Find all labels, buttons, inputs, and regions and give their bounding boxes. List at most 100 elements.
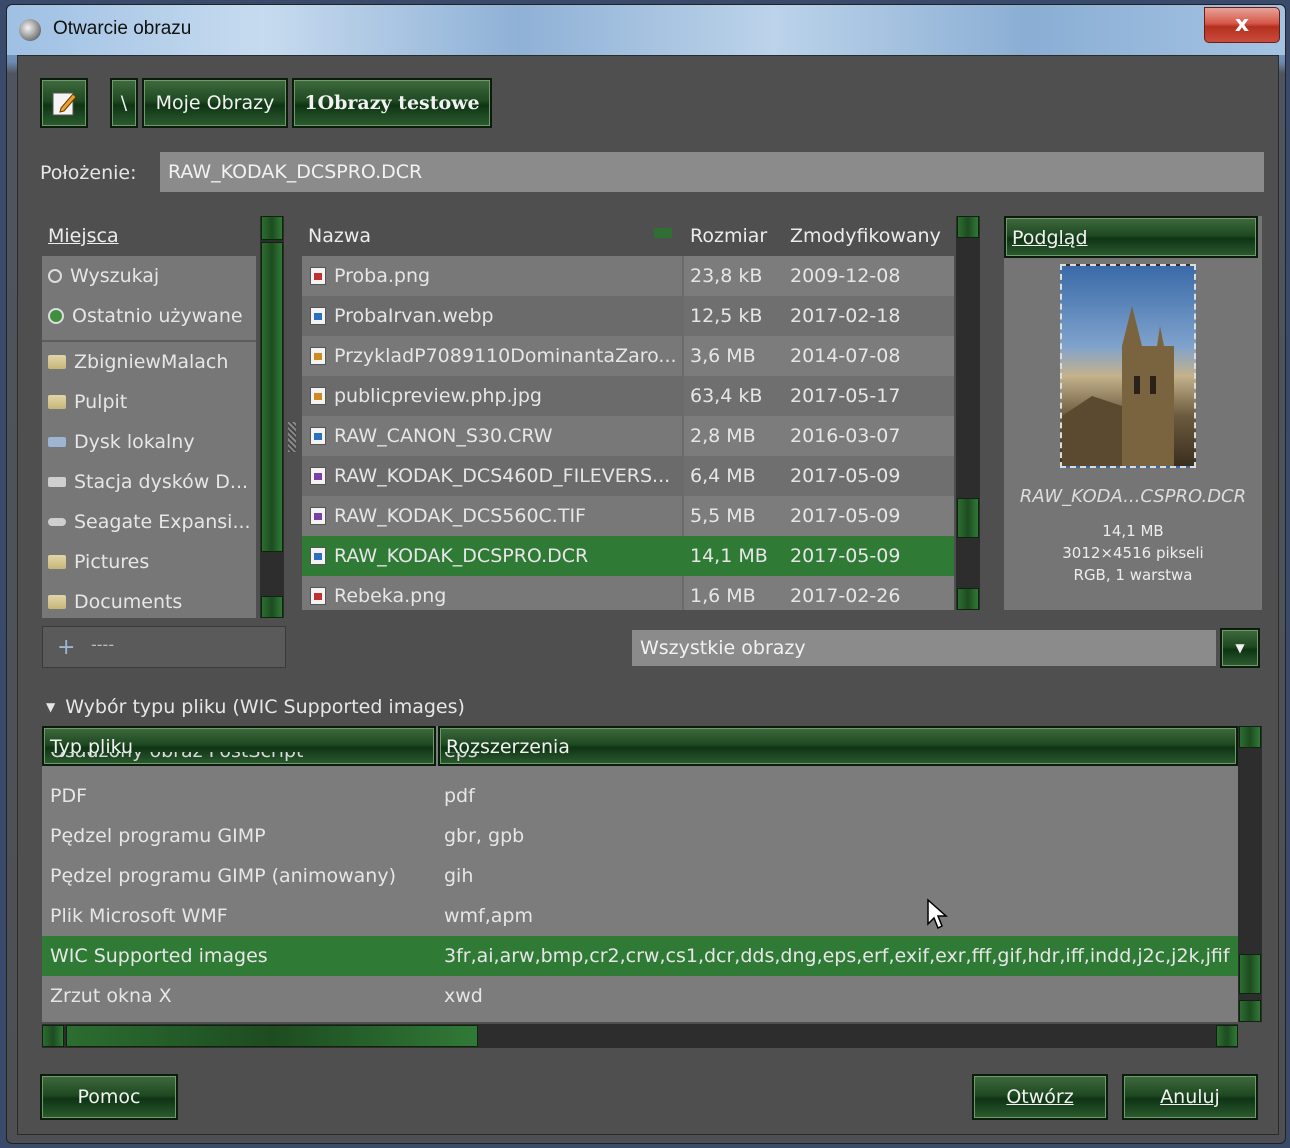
- pane-resize-grip[interactable]: [288, 422, 296, 452]
- places-scroll-down[interactable]: [261, 596, 283, 618]
- file-name-cell: Rebeka.png: [302, 576, 682, 610]
- mouse-cursor-icon: [927, 898, 948, 930]
- filetype-hscroll-handle[interactable]: [66, 1025, 478, 1047]
- file-image-icon: [310, 347, 326, 365]
- close-button[interactable]: x: [1204, 7, 1280, 43]
- column-divider: [682, 376, 684, 416]
- column-divider: [682, 296, 684, 336]
- preview-thumbnail: [1060, 264, 1196, 468]
- place-label: Seagate Expansi...: [74, 511, 251, 533]
- location-label: Położenie:: [40, 162, 137, 184]
- filetype-row[interactable]: PDF pdf: [42, 776, 1238, 816]
- places-header[interactable]: Miejsca: [42, 216, 256, 256]
- file-size: 6,4 MB: [690, 465, 756, 487]
- file-image-icon: [310, 507, 326, 525]
- filetype-hscroll-left[interactable]: [42, 1025, 64, 1047]
- remove-icon[interactable]: ----: [91, 635, 114, 654]
- filetype-row[interactable]: WIC Supported images 3fr,ai,arw,bmp,cr2,c…: [42, 936, 1238, 976]
- path-crumb-moje-obrazy[interactable]: Moje Obrazy: [142, 78, 288, 128]
- filetype-table: Typ pliku Rozszerzenia Osadzony obraz Po…: [42, 726, 1238, 1022]
- column-size-header[interactable]: Rozmiar: [690, 216, 767, 256]
- place-local-disk[interactable]: Dysk lokalny: [42, 422, 256, 462]
- filetype-row-clipped[interactable]: Osadzony obraz PostScript eps: [42, 752, 1238, 776]
- files-scroll-down[interactable]: [957, 588, 979, 610]
- file-image-icon: [310, 547, 326, 565]
- files-scrollbar[interactable]: [956, 216, 980, 610]
- filetype-row[interactable]: Zrzut okna X xwd: [42, 976, 1238, 1016]
- add-icon[interactable]: +: [57, 635, 75, 660]
- preview-header[interactable]: Podgląd: [1004, 216, 1258, 258]
- file-name-cell: RAW_KODAK_DCS460D_FILEVERS...: [302, 456, 682, 496]
- file-image-icon: [310, 427, 326, 445]
- path-root-label: \: [120, 92, 128, 114]
- filetype-scroll-down[interactable]: [1239, 1000, 1261, 1022]
- filetype-scrollbar[interactable]: [1238, 726, 1262, 1022]
- column-divider: [682, 456, 684, 496]
- open-button[interactable]: Otwórz: [972, 1074, 1108, 1120]
- filetype-row[interactable]: Pędzel programu GIMP (animowany) gih: [42, 856, 1238, 896]
- file-size: 63,4 kB: [690, 385, 763, 407]
- column-name-header[interactable]: Nazwa: [308, 216, 371, 256]
- file-modified: 2017-02-18: [790, 305, 901, 327]
- pencil-edit-icon: [52, 92, 77, 116]
- file-name: ProbaIrvan.webp: [334, 305, 494, 327]
- place-seagate[interactable]: Seagate Expansi...: [42, 502, 256, 542]
- drive-icon: [48, 477, 66, 487]
- file-row[interactable]: Proba.png 23,8 kB 2009-12-08: [302, 256, 954, 296]
- place-label: Documents: [74, 591, 183, 613]
- drive-icon: [48, 437, 66, 447]
- files-panel: Nazwa Rozmiar Zmodyfikowany Proba.png 23,…: [302, 216, 954, 610]
- file-row[interactable]: PrzykladP7089110DominantaZaro... 3,6 MB 20…: [302, 336, 954, 376]
- filetype-scroll-up[interactable]: [1239, 726, 1261, 748]
- place-home[interactable]: ZbigniewMalach: [42, 342, 256, 382]
- filter-dropdown-button[interactable]: ▼: [1220, 628, 1260, 668]
- filetype-row[interactable]: Plik Microsoft WMF wmf,apm: [42, 896, 1238, 936]
- column-modified-header[interactable]: Zmodyfikowany: [790, 216, 941, 256]
- open-button-label: Otwórz: [1006, 1086, 1074, 1108]
- place-desktop[interactable]: Pulpit: [42, 382, 256, 422]
- file-filter-select[interactable]: Wszystkie obrazy: [632, 630, 1216, 666]
- path-root-button[interactable]: \: [110, 78, 138, 128]
- places-scrollbar[interactable]: [260, 216, 284, 618]
- file-row[interactable]: ProbaIrvan.webp 12,5 kB 2017-02-18: [302, 296, 954, 336]
- files-scroll-handle[interactable]: [957, 498, 979, 538]
- file-name: Rebeka.png: [334, 585, 447, 607]
- places-scroll-thumb[interactable]: [261, 216, 283, 240]
- edit-location-button[interactable]: [40, 78, 88, 128]
- files-scroll-up[interactable]: [957, 216, 979, 238]
- file-row[interactable]: RAW_CANON_S30.CRW 2,8 MB 2016-03-07: [302, 416, 954, 456]
- search-icon: [48, 269, 62, 283]
- filetype-scroll-handle[interactable]: [1239, 954, 1261, 994]
- place-search[interactable]: Wyszukaj: [42, 256, 256, 296]
- column-divider: [682, 496, 684, 536]
- filetype-hscroll-right[interactable]: [1216, 1025, 1238, 1047]
- places-scroll-handle[interactable]: [261, 242, 283, 552]
- church-tower-image: [1062, 306, 1174, 466]
- chevron-down-icon: ▼: [1235, 641, 1245, 655]
- file-name: RAW_CANON_S30.CRW: [334, 425, 553, 447]
- cancel-button[interactable]: Anuluj: [1122, 1074, 1258, 1120]
- place-recent[interactable]: Ostatnio używane: [42, 296, 256, 336]
- help-button[interactable]: Pomoc: [40, 1074, 178, 1120]
- filetype-hscrollbar[interactable]: [42, 1024, 1238, 1048]
- place-drive-d[interactable]: Stacja dysków D...: [42, 462, 256, 502]
- place-pictures[interactable]: Pictures: [42, 542, 256, 582]
- file-modified: 2017-05-09: [790, 465, 901, 487]
- file-size: 23,8 kB: [690, 265, 763, 287]
- path-crumb-obrazy-testowe[interactable]: 1Obrazy testowe: [292, 78, 492, 128]
- window-title: Otwarcie obrazu: [53, 18, 192, 39]
- file-row[interactable]: RAW_KODAK_DCS460D_FILEVERS... 6,4 MB 2017-…: [302, 456, 954, 496]
- filetype-type: Pędzel programu GIMP (animowany): [50, 865, 396, 887]
- location-input[interactable]: RAW_KODAK_DCSPRO.DCR: [160, 152, 1264, 192]
- place-label: Pulpit: [74, 391, 128, 413]
- file-row[interactable]: Rebeka.png 1,6 MB 2017-02-26: [302, 576, 954, 610]
- filetype-row[interactable]: Pędzel programu GIMP gbr, gpb: [42, 816, 1238, 856]
- file-row[interactable]: RAW_KODAK_DCS560C.TIF 5,5 MB 2017-05-09: [302, 496, 954, 536]
- filetype-expander[interactable]: ▼ Wybór typu pliku (WIC Supported images…: [46, 696, 465, 718]
- title-bar[interactable]: Otwarcie obrazu x: [7, 5, 1285, 55]
- place-documents[interactable]: Documents: [42, 582, 256, 622]
- file-name-cell: ProbaIrvan.webp: [302, 296, 682, 336]
- file-row[interactable]: publicpreview.php.jpg 63,4 kB 2017-05-17: [302, 376, 954, 416]
- dialog-body: \ Moje Obrazy 1Obrazy testowe Położenie:…: [17, 55, 1279, 1135]
- file-row[interactable]: RAW_KODAK_DCSPRO.DCR 14,1 MB 2017-05-09: [302, 536, 954, 576]
